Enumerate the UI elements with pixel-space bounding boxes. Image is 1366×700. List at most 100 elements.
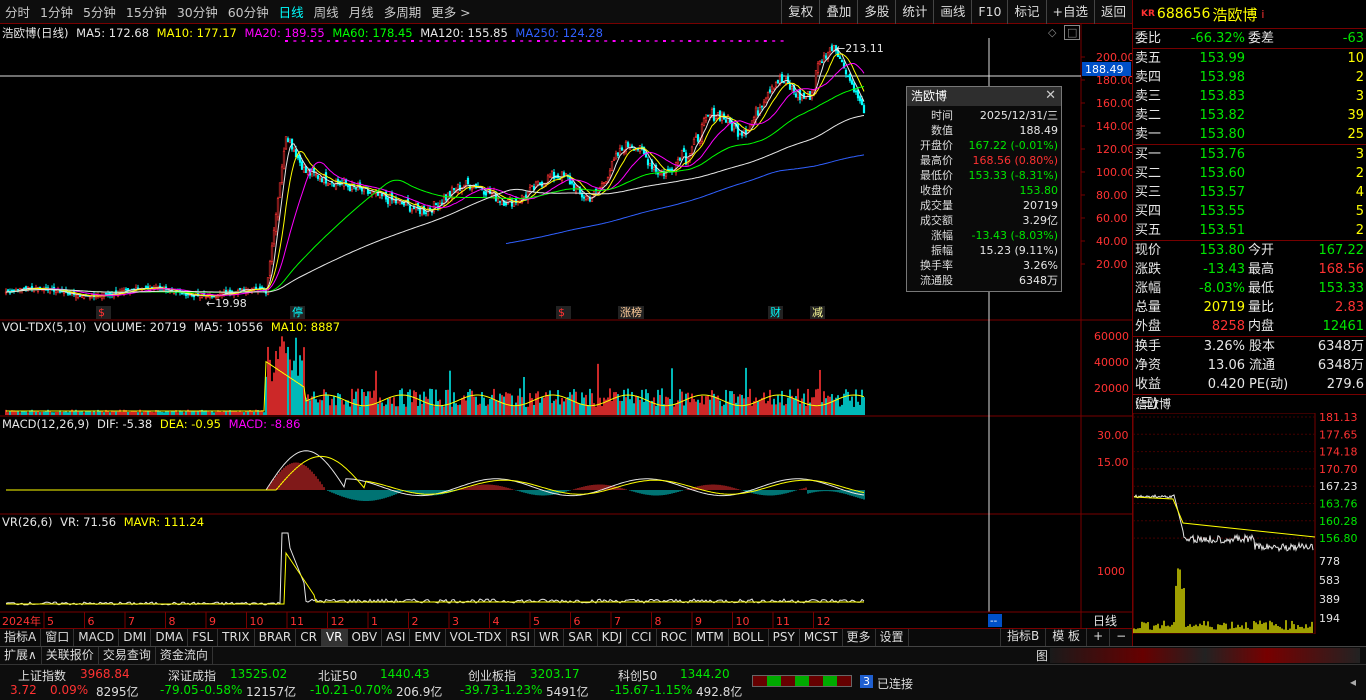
extension-tab[interactable]: 交易查询 [99, 647, 156, 664]
period-tab[interactable]: 5分钟 [78, 2, 121, 21]
period-tab[interactable]: 1分钟 [35, 2, 78, 21]
indicator-tab[interactable]: OBV [348, 629, 383, 646]
indicator-tab[interactable]: BOLL [729, 629, 769, 646]
indicator-tab[interactable]: 指标A [0, 629, 42, 646]
indicator-tab[interactable]: DMI [119, 629, 152, 646]
indicator-tab[interactable]: MACD [74, 629, 120, 646]
candle-body [754, 107, 758, 120]
sub-tab-right[interactable]: 图 [1036, 647, 1048, 664]
indicator-tab[interactable]: RSI [507, 629, 536, 646]
indicator-tab-right[interactable]: − [1109, 628, 1132, 646]
indicator-tab[interactable]: ROC [657, 629, 692, 646]
indicator-tab[interactable]: 更多 [843, 629, 876, 646]
indicator-tab[interactable]: 窗口 [41, 629, 75, 646]
stock-name: 浩欧博 [1212, 5, 1258, 24]
indicator-tab[interactable]: CCI [627, 629, 657, 646]
order-row[interactable]: 卖五 153.99 10 [1133, 49, 1366, 68]
diamond-icon[interactable]: ◇ [1048, 26, 1056, 39]
candle-body [424, 212, 428, 215]
close-icon[interactable]: ✕ [1045, 88, 1056, 103]
index-name[interactable]: 创业板指 [468, 667, 516, 684]
tool-button[interactable]: 画线 [933, 0, 971, 24]
volume-bar [315, 399, 317, 415]
period-tab[interactable]: 15分钟 [121, 2, 172, 21]
period-tab[interactable]: 更多 > [426, 2, 475, 21]
indicator-tab[interactable]: ASI [382, 629, 411, 646]
indicator-tab-right[interactable]: 指标B [1000, 628, 1045, 646]
period-tab[interactable]: 60分钟 [223, 2, 274, 21]
volume-labels: VOLUME: 20719 MA5: 10556 MA10: 8887 [90, 320, 340, 334]
order-row[interactable]: 买三 153.57 4 [1133, 183, 1366, 202]
order-row[interactable]: 卖二 153.82 39 [1133, 106, 1366, 125]
index-name[interactable]: 上证指数 [18, 667, 66, 684]
indicator-tab[interactable]: FSL [188, 629, 219, 646]
indicator-tab[interactable]: WR [535, 629, 565, 646]
indicator-tab[interactable]: CR [296, 629, 322, 646]
volume-bar [719, 400, 721, 415]
tool-button[interactable]: 标记 [1007, 0, 1045, 24]
indicator-tab[interactable]: TRIX [218, 629, 255, 646]
extension-tab[interactable]: 资金流向 [156, 647, 213, 664]
order-row[interactable]: 卖一 153.80 25 [1133, 125, 1366, 144]
indicator-tab-right[interactable]: 模 板 [1045, 628, 1086, 646]
index-name[interactable]: 北证50 [318, 667, 357, 684]
x-month-label: 6 [574, 615, 581, 628]
indicator-tab[interactable]: DMA [151, 629, 189, 646]
price-y-tick: 20.00 [1096, 258, 1128, 271]
volume-bar [183, 412, 185, 415]
period-tab[interactable]: 日线 [274, 2, 309, 21]
mini-price-tick: 181.13 [1319, 413, 1358, 424]
volume-bar [459, 404, 461, 415]
intraday-mini-chart[interactable]: 181.13 177.65 174.18 170.70 167.23 163.76 160.… [1132, 411, 1365, 635]
order-row[interactable]: 买二 153.60 2 [1133, 164, 1366, 183]
period-tab[interactable]: 30分钟 [172, 2, 223, 21]
volume-bar [623, 389, 625, 415]
signal-dot [679, 40, 683, 42]
indicator-tab[interactable]: BRAR [255, 629, 297, 646]
index-change: -10.21 [310, 683, 349, 697]
volume-bar [439, 399, 441, 415]
indicator-tab[interactable]: KDJ [598, 629, 628, 646]
panel-toggle-icon[interactable]: □ [1063, 25, 1081, 40]
period-tab[interactable]: 分时 [0, 2, 35, 21]
tool-button[interactable]: 叠加 [819, 0, 857, 24]
period-tab[interactable]: 月线 [344, 2, 379, 21]
indicator-tab[interactable]: PSY [769, 629, 800, 646]
marker-label: $ [558, 306, 565, 319]
order-row[interactable]: 买五 153.51 2 [1133, 221, 1366, 240]
speaker-icon[interactable]: ◂ [1350, 675, 1356, 689]
tool-button[interactable]: 复权 [781, 0, 819, 24]
info-icon[interactable]: i [1261, 8, 1264, 21]
mini-price-tick: 156.80 [1319, 532, 1358, 545]
volume-bar [527, 406, 529, 415]
indicator-tab[interactable]: SAR [564, 629, 598, 646]
order-row[interactable]: 卖四 153.98 2 [1133, 68, 1366, 87]
tool-button[interactable]: +自选 [1045, 0, 1094, 24]
indicator-tab[interactable]: VR [321, 629, 348, 646]
tool-button[interactable]: 多股 [857, 0, 895, 24]
indicator-tab[interactable]: 设置 [876, 629, 909, 646]
tool-button[interactable]: F10 [971, 0, 1007, 24]
tool-button[interactable]: 统计 [895, 0, 933, 24]
indicator-tab[interactable]: MTM [692, 629, 729, 646]
order-row[interactable]: 买一 153.76 3 [1133, 145, 1366, 164]
volume-bar [389, 397, 391, 415]
candle-body [288, 140, 292, 144]
extension-tab[interactable]: 扩展∧ [0, 647, 42, 664]
order-row[interactable]: 买四 153.55 5 [1133, 202, 1366, 221]
indicator-tab[interactable]: EMV [410, 629, 446, 646]
mini-price-tick: 174.18 [1319, 446, 1358, 459]
indicator-tab-right[interactable]: + [1086, 628, 1109, 646]
volume-bar [697, 399, 699, 415]
index-name[interactable]: 科创50 [618, 667, 657, 684]
candle-body [388, 194, 392, 206]
indicator-tab[interactable]: VOL-TDX [446, 629, 507, 646]
candle-body [268, 261, 272, 276]
order-row[interactable]: 卖三 153.83 3 [1133, 87, 1366, 106]
indicator-tab[interactable]: MCST [800, 629, 843, 646]
period-tab[interactable]: 多周期 [379, 2, 427, 21]
extension-tab[interactable]: 关联报价 [42, 647, 99, 664]
period-tab[interactable]: 周线 [309, 2, 344, 21]
index-name[interactable]: 深证成指 [168, 667, 216, 684]
tool-button[interactable]: 返回 [1093, 0, 1132, 24]
